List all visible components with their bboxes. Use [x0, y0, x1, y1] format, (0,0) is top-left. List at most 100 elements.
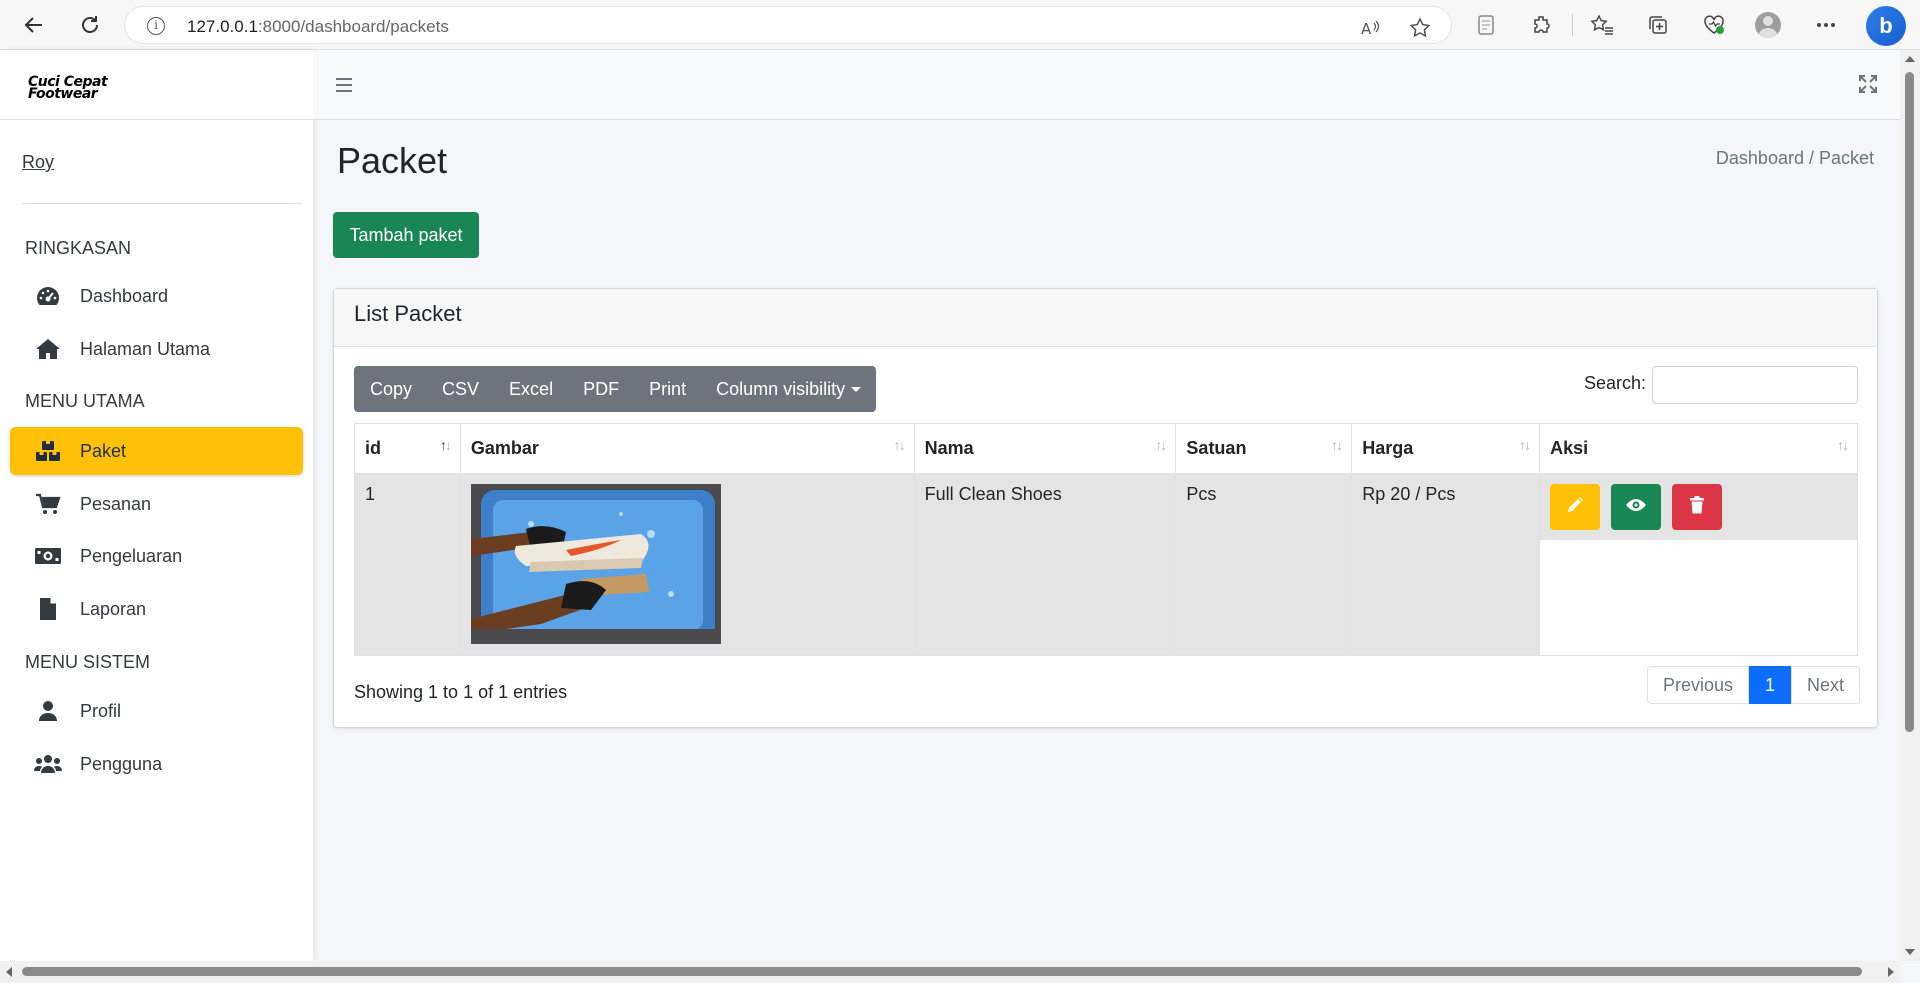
- sidebar-item-pesanan[interactable]: Pesanan: [10, 480, 303, 528]
- nav-header-menu-sistem: MENU SISTEM: [25, 652, 151, 672]
- sidebar: Cuci Cepat Footwear Roy RINGKASAN Dashbo…: [0, 50, 313, 961]
- cell-id: 1: [354, 473, 461, 656]
- back-icon[interactable]: [18, 9, 50, 41]
- export-button-group: Copy CSV Excel PDF Print Column visibili…: [354, 366, 877, 412]
- caret-down-icon: [851, 386, 862, 392]
- vertical-scrollbar[interactable]: [1900, 50, 1920, 961]
- table-row: 1 Full Clean Shoes Pcs Rp 20 / Pcs: [354, 473, 1858, 656]
- sidebar-item-label: Halaman Utama: [80, 338, 211, 359]
- edit-button[interactable]: [1550, 484, 1601, 530]
- copy-button[interactable]: Copy: [354, 366, 427, 412]
- sidebar-item-label: Pengguna: [80, 753, 163, 774]
- card-header: List Packet: [334, 289, 1877, 347]
- gauge-icon: [34, 284, 62, 308]
- excel-button[interactable]: Excel: [494, 366, 568, 412]
- cell-aksi: [1539, 473, 1858, 656]
- eye-icon: [1625, 497, 1647, 518]
- brand-logo[interactable]: Cuci Cepat Footwear: [28, 75, 108, 101]
- packet-table: id ↑↓ Gambar ↑↓ Nama ↑↓ Satuan ↑↓ Harga ↑↓ Ak…: [354, 423, 1858, 656]
- profile-avatar-icon[interactable]: [1754, 11, 1782, 39]
- scroll-up-arrow-icon[interactable]: [1905, 56, 1915, 62]
- brand[interactable]: Cuci Cepat Footwear: [0, 50, 313, 120]
- sidebar-item-dashboard[interactable]: Dashboard: [10, 272, 303, 320]
- pdf-button[interactable]: PDF: [568, 366, 634, 412]
- previous-page-button[interactable]: Previous: [1647, 666, 1750, 704]
- trash-icon: [1689, 495, 1705, 519]
- page-1-button[interactable]: 1: [1749, 666, 1792, 704]
- sidebar-item-profil[interactable]: Profil: [10, 687, 303, 735]
- view-button[interactable]: [1611, 484, 1662, 530]
- table-info: Showing 1 to 1 of 1 entries: [354, 682, 568, 702]
- file-icon: [34, 597, 62, 621]
- users-icon: [34, 752, 62, 776]
- csv-button[interactable]: CSV: [427, 366, 494, 412]
- delete-button[interactable]: [1672, 484, 1723, 530]
- more-options-icon[interactable]: [1812, 11, 1840, 39]
- cell-gambar: [459, 473, 915, 656]
- bing-copilot-icon[interactable]: b: [1866, 6, 1906, 46]
- column-header-satuan[interactable]: Satuan ↑↓: [1175, 423, 1353, 474]
- sidebar-item-pengeluaran[interactable]: Pengeluaran: [10, 532, 303, 580]
- page-title: Packet: [337, 140, 448, 181]
- sort-icon: ↑↓: [1837, 437, 1849, 453]
- hamburger-menu-icon[interactable]: [331, 72, 357, 98]
- refresh-icon[interactable]: [74, 9, 106, 41]
- sidebar-item-paket[interactable]: Paket: [10, 427, 303, 475]
- cell-satuan: Pcs: [1175, 473, 1353, 656]
- horizontal-scrollbar[interactable]: [0, 961, 1900, 983]
- nav-header-menu-utama: MENU UTAMA: [25, 391, 145, 411]
- sort-icon: ↑↓: [439, 437, 452, 453]
- read-aloud-icon[interactable]: A: [1359, 17, 1381, 39]
- info-icon[interactable]: i: [147, 17, 165, 35]
- user-icon: [34, 699, 62, 723]
- user-panel: Roy: [22, 152, 302, 204]
- column-header-aksi[interactable]: Aksi ↑↓: [1539, 423, 1858, 474]
- sidebar-item-label: Pengeluaran: [80, 545, 183, 566]
- search-input[interactable]: [1652, 366, 1858, 404]
- collections-icon[interactable]: [1644, 11, 1672, 39]
- sidebar-item-label: Laporan: [80, 598, 147, 619]
- extensions-icon[interactable]: [1528, 11, 1556, 39]
- fullscreen-icon[interactable]: [1856, 72, 1880, 96]
- horizontal-scroll-thumb[interactable]: [22, 967, 1862, 976]
- sidebar-item-pengguna[interactable]: Pengguna: [10, 740, 303, 788]
- browser-toolbar: i 127.0.0.1:8000/dashboard/packets A b: [0, 0, 1920, 50]
- next-page-button[interactable]: Next: [1791, 666, 1861, 704]
- sort-icon: ↑↓: [1519, 437, 1531, 453]
- sidebar-item-laporan[interactable]: Laporan: [10, 585, 303, 633]
- toolbar-separator: [1572, 14, 1573, 36]
- column-header-nama[interactable]: Nama ↑↓: [913, 423, 1177, 474]
- sidebar-item-label: Pesanan: [80, 493, 152, 514]
- pencil-icon: [1566, 496, 1584, 519]
- breadcrumb[interactable]: Dashboard / Packet: [1716, 148, 1874, 169]
- scroll-right-arrow-icon[interactable]: [1888, 967, 1894, 977]
- scroll-left-arrow-icon[interactable]: [6, 967, 12, 977]
- user-name-link[interactable]: Roy: [22, 152, 54, 172]
- sidebar-item-halaman-utama[interactable]: Halaman Utama: [10, 325, 303, 373]
- cell-harga: Rp 20 / Pcs: [1351, 473, 1541, 656]
- column-visibility-label: Column visibility: [716, 378, 846, 399]
- table-header-row: id ↑↓ Gambar ↑↓ Nama ↑↓ Satuan ↑↓ Harga ↑↓ Ak…: [354, 423, 1858, 474]
- scroll-down-arrow-icon[interactable]: [1905, 949, 1915, 955]
- svg-text:A: A: [1361, 20, 1372, 38]
- browser-essentials-icon[interactable]: [1700, 11, 1728, 39]
- column-header-gambar[interactable]: Gambar ↑↓: [459, 423, 915, 474]
- packet-image: [470, 484, 721, 644]
- column-header-harga[interactable]: Harga ↑↓: [1351, 423, 1541, 474]
- pagination: Previous 1 Next: [1647, 666, 1861, 704]
- print-button[interactable]: Print: [634, 366, 701, 412]
- column-header-id[interactable]: id ↑↓: [354, 423, 461, 474]
- favorite-star-icon[interactable]: [1409, 17, 1431, 39]
- reading-view-icon[interactable]: [1472, 11, 1500, 39]
- column-visibility-button[interactable]: Column visibility: [701, 366, 876, 412]
- address-bar[interactable]: i 127.0.0.1:8000/dashboard/packets A: [124, 6, 1452, 44]
- vertical-scroll-thumb[interactable]: [1905, 72, 1914, 732]
- add-packet-button[interactable]: Tambah paket: [333, 212, 479, 258]
- favorites-icon[interactable]: [1588, 11, 1616, 39]
- sort-icon: ↑↓: [1331, 437, 1343, 453]
- url-text: 127.0.0.1:8000/dashboard/packets: [187, 17, 449, 36]
- cart-icon: [34, 492, 62, 516]
- home-icon: [34, 337, 62, 361]
- boxes-icon: [34, 439, 62, 463]
- top-navbar: [313, 50, 1900, 120]
